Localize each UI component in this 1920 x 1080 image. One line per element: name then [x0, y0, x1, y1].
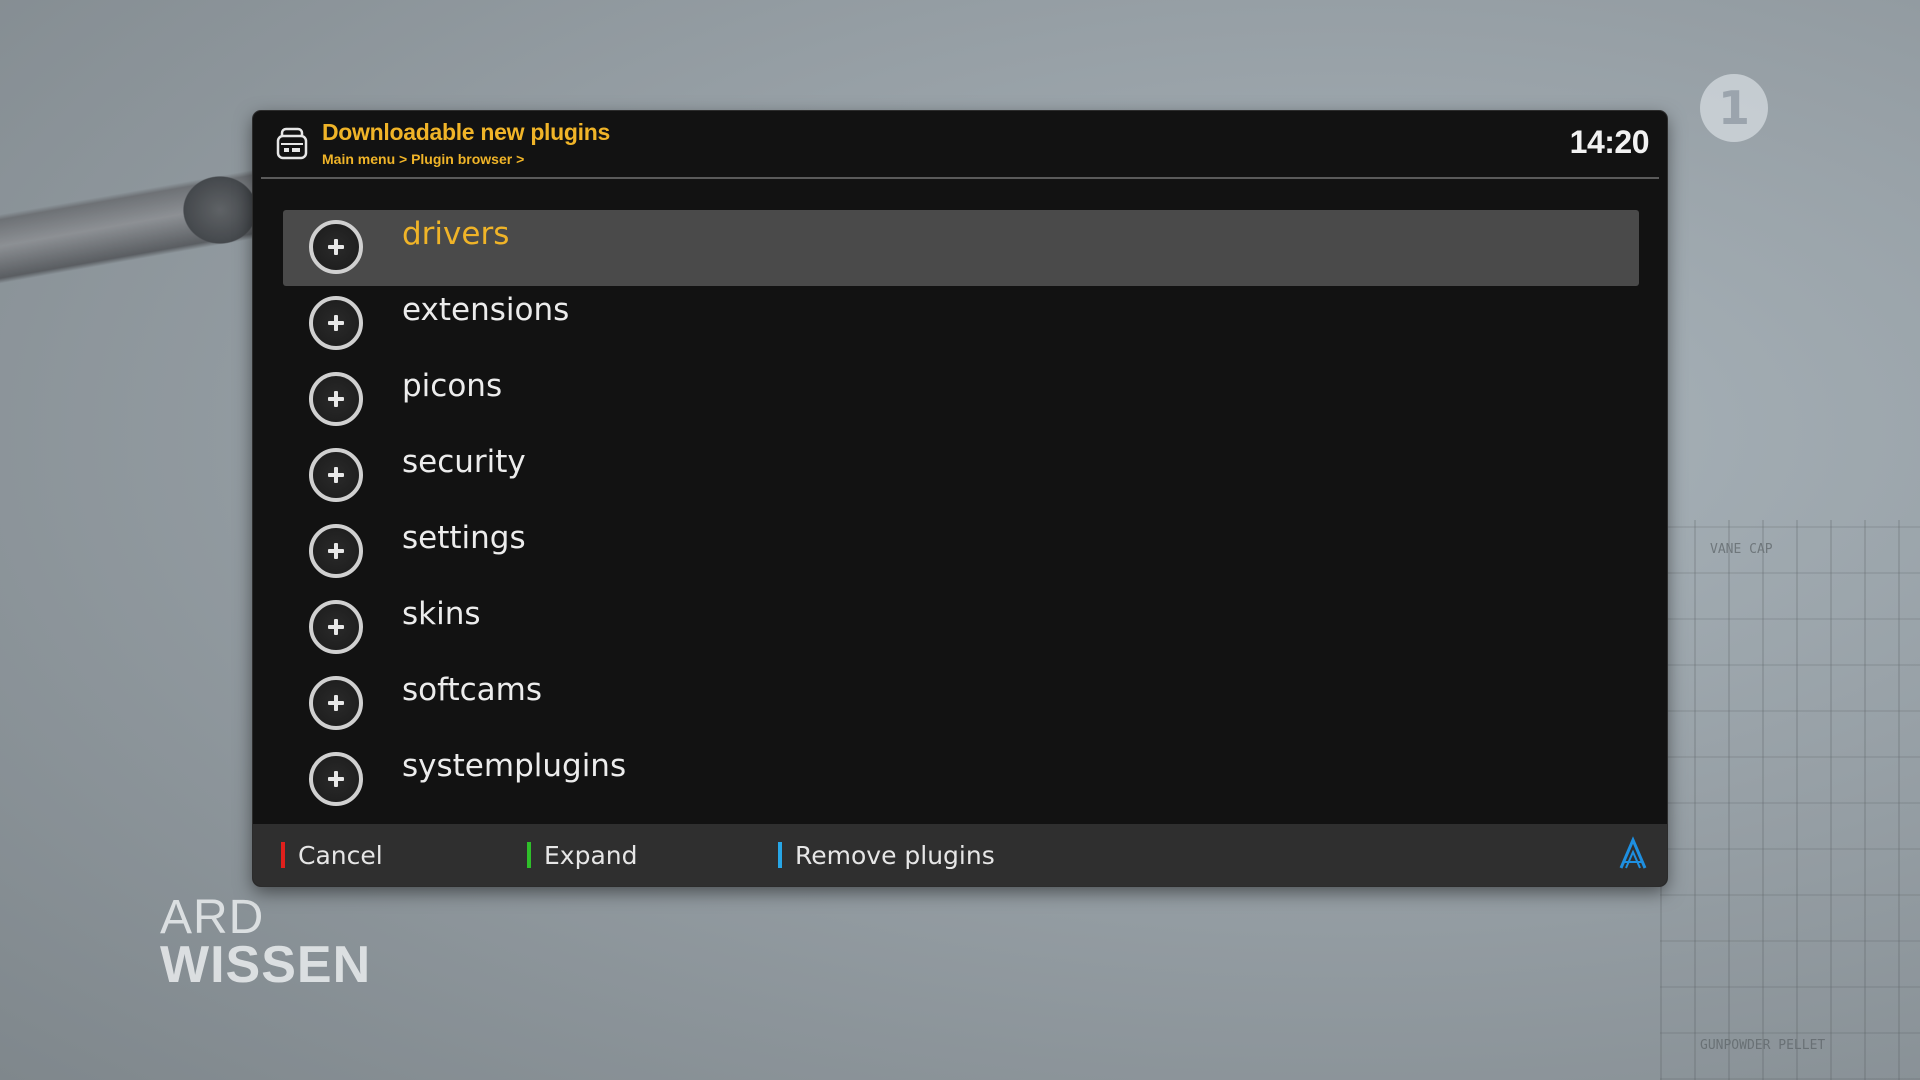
list-item-extensions[interactable]: extensions	[283, 286, 1639, 362]
list-item-drivers[interactable]: drivers	[283, 210, 1639, 286]
plus-circle-icon	[309, 296, 363, 350]
openatv-logo-icon	[1619, 836, 1647, 869]
list-item-label: drivers	[402, 216, 510, 252]
remove-plugins-button-label: Remove plugins	[795, 840, 995, 870]
list-item-label: security	[402, 444, 526, 480]
plus-circle-icon	[309, 524, 363, 578]
button-bar: Cancel Expand Remove plugins	[253, 824, 1667, 886]
list-item-label: skins	[402, 596, 481, 632]
channel-logo-text: 1	[1717, 81, 1750, 135]
diagram-label: VANE CAP	[1710, 542, 1773, 557]
diagram-label: GUNPOWDER PELLET	[1700, 1038, 1826, 1053]
list-item-softcams[interactable]: softcams	[283, 666, 1639, 742]
list-item-settings[interactable]: settings	[283, 514, 1639, 590]
list-item-label: picons	[402, 368, 503, 404]
channel-logo: 1	[1700, 74, 1768, 142]
list-item-label: extensions	[402, 292, 570, 328]
header-divider	[261, 177, 1659, 179]
list-item-picons[interactable]: picons	[283, 362, 1639, 438]
list-item-label: softcams	[402, 672, 543, 708]
background-airplane-image	[0, 140, 260, 360]
green-key-indicator	[527, 842, 531, 868]
ard-wissen-logo: ARD WISSEN	[160, 891, 372, 994]
background-diagram-image: VANE CAP GUNPOWDER PELLET	[1660, 520, 1920, 1080]
remove-plugins-button[interactable]: Remove plugins	[778, 838, 995, 872]
plugin-browser-dialog: Downloadable new plugins Main menu > Plu…	[253, 111, 1667, 886]
plus-circle-icon	[309, 220, 363, 274]
plus-circle-icon	[309, 600, 363, 654]
dialog-header: Downloadable new plugins Main menu > Plu…	[253, 111, 1667, 177]
plus-circle-icon	[309, 676, 363, 730]
list-item-skins[interactable]: skins	[283, 590, 1639, 666]
ard-logo-line1: ARD	[160, 891, 265, 944]
list-item-label: systemplugins	[402, 748, 627, 784]
category-list: drivers extensions picons security setti…	[283, 210, 1639, 818]
page-title: Downloadable new plugins	[322, 119, 610, 145]
expand-button-label: Expand	[544, 840, 638, 870]
ard-logo-line2: WISSEN	[160, 935, 372, 994]
plus-circle-icon	[309, 372, 363, 426]
plugin-browser-icon	[276, 127, 308, 160]
list-item-security[interactable]: security	[283, 438, 1639, 514]
list-item-label: settings	[402, 520, 526, 556]
red-key-indicator	[281, 842, 285, 868]
breadcrumb: Main menu > Plugin browser >	[322, 151, 525, 167]
cancel-button-label: Cancel	[298, 840, 383, 870]
plus-circle-icon	[309, 752, 363, 806]
clock: 14:20	[1569, 124, 1650, 160]
cancel-button[interactable]: Cancel	[281, 838, 383, 872]
list-item-systemplugins[interactable]: systemplugins	[283, 742, 1639, 818]
expand-button[interactable]: Expand	[527, 838, 638, 872]
plus-circle-icon	[309, 448, 363, 502]
blue-key-indicator	[778, 842, 782, 868]
